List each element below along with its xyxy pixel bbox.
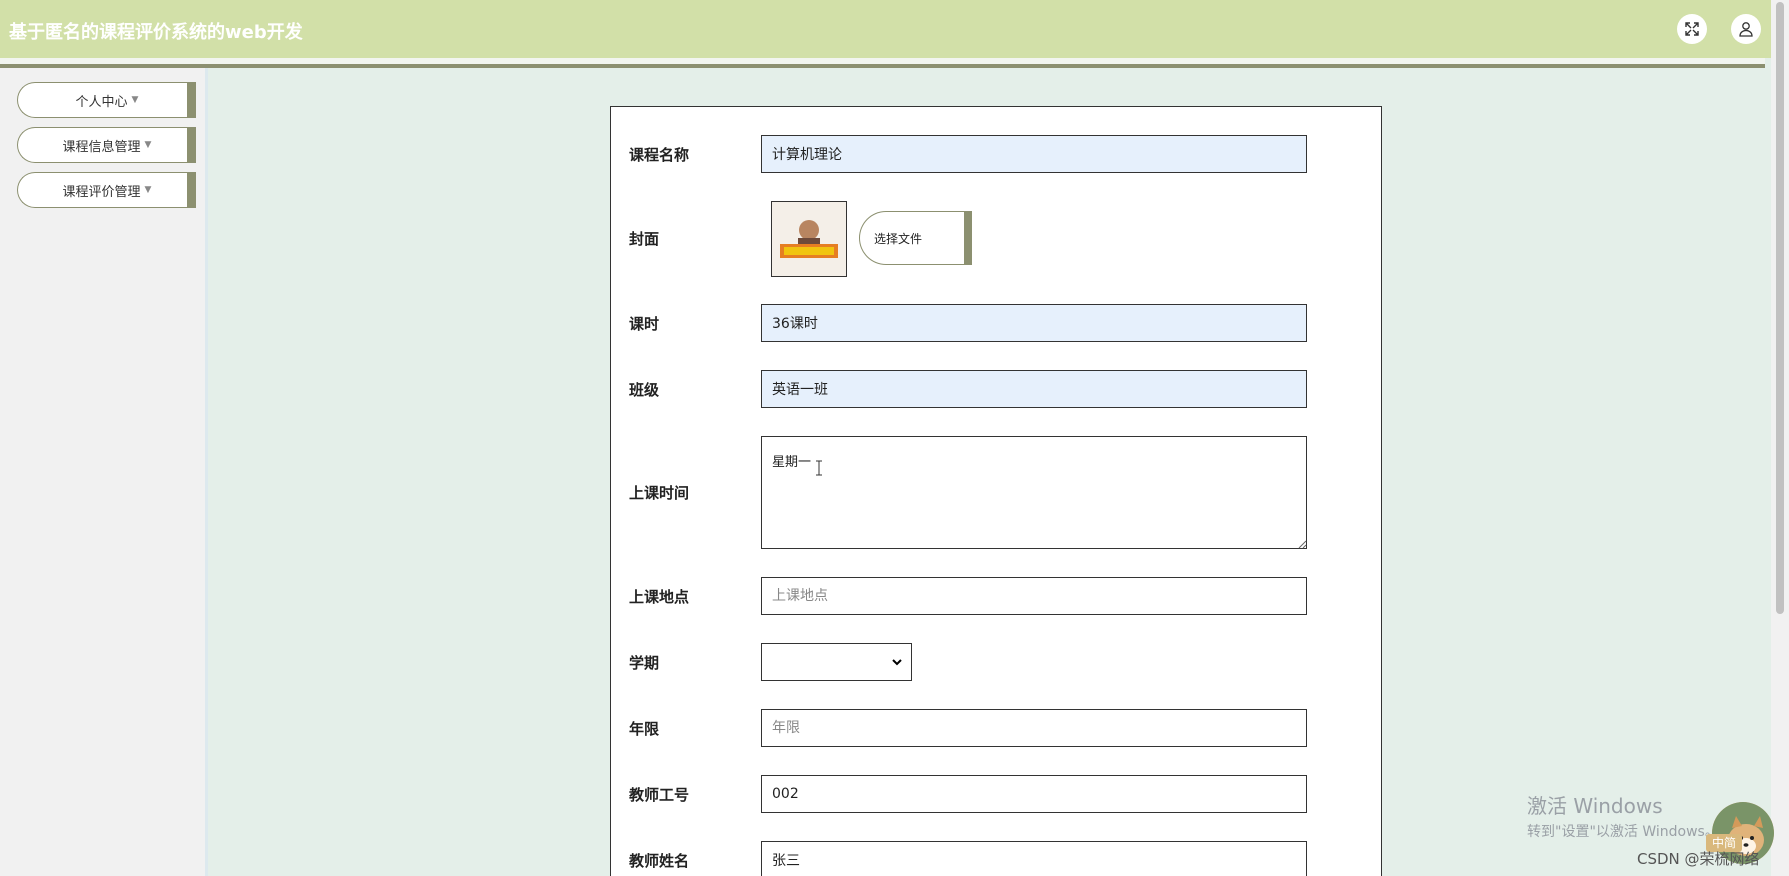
fullscreen-button[interactable] — [1677, 14, 1707, 44]
time-textarea[interactable]: 星期一 — [761, 436, 1307, 549]
choose-file-label: 选择文件 — [874, 231, 923, 246]
caret-down-icon: ▼ — [144, 185, 152, 195]
sidebar-item-label: 课程信息管理 — [62, 139, 141, 155]
years-label: 年限 — [629, 720, 660, 738]
sidebar-item-label: 个人中心 — [75, 94, 128, 110]
activate-subtitle: 转到"设置"以激活 Windows。 — [1527, 824, 1719, 840]
location-input[interactable] — [761, 577, 1307, 615]
scrollbar-thumb[interactable] — [1776, 2, 1784, 614]
user-menu-button[interactable] — [1731, 14, 1761, 44]
top-bar: 基于匿名的课程评价系统的web开发 — [0, 0, 1789, 68]
chevron-down-icon — [892, 659, 902, 666]
teacher-name-input[interactable] — [761, 841, 1307, 876]
sidebar-item-course-info[interactable]: 课程信息管理 ▼ — [17, 127, 196, 163]
hours-label: 课时 — [629, 315, 660, 333]
class-label: 班级 — [629, 381, 660, 399]
teacher-id-label: 教师工号 — [629, 786, 690, 804]
main-content: 课程名称 封面 选择文件 课时 — [208, 68, 1765, 876]
sidebar-item-course-evaluation[interactable]: 课程评价管理 ▼ — [17, 172, 196, 208]
caret-down-icon: ▼ — [131, 95, 139, 105]
term-select[interactable] — [761, 643, 912, 681]
location-label: 上课地点 — [629, 588, 690, 606]
hours-input[interactable] — [761, 304, 1307, 342]
expand-icon — [1685, 22, 1699, 36]
user-icon — [1739, 22, 1753, 37]
years-input[interactable] — [761, 709, 1307, 747]
resize-grip-icon[interactable] — [1298, 540, 1307, 549]
page-scrollbar[interactable] — [1771, 0, 1789, 876]
course-form-panel: 课程名称 封面 选择文件 课时 — [610, 106, 1382, 876]
app-title: 基于匿名的课程评价系统的web开发 — [9, 22, 303, 43]
course-name-label: 课程名称 — [629, 146, 690, 164]
choose-file-button[interactable]: 选择文件 — [859, 211, 972, 265]
course-name-input[interactable] — [761, 135, 1307, 173]
term-label: 学期 — [629, 654, 660, 672]
text-cursor-icon — [816, 460, 822, 476]
course-cover-image — [771, 201, 847, 277]
sidebar-item-label: 课程评价管理 — [62, 184, 141, 200]
csdn-watermark: CSDN @荣梳网络 — [1637, 850, 1760, 868]
teacher-id-input[interactable] — [761, 775, 1307, 813]
cover-label: 封面 — [629, 230, 660, 248]
time-label: 上课时间 — [629, 484, 690, 502]
caret-down-icon: ▼ — [144, 140, 152, 150]
class-input[interactable] — [761, 370, 1307, 408]
windows-activation-watermark: 激活 Windows 转到"设置"以激活 Windows。 — [1527, 790, 1719, 841]
teacher-name-label: 教师姓名 — [629, 852, 690, 870]
sidebar-item-personal-center[interactable]: 个人中心 ▼ — [17, 82, 196, 118]
activate-title: 激活 Windows — [1527, 794, 1663, 818]
sidebar: 个人中心 ▼ 课程信息管理 ▼ 课程评价管理 ▼ — [0, 68, 208, 876]
